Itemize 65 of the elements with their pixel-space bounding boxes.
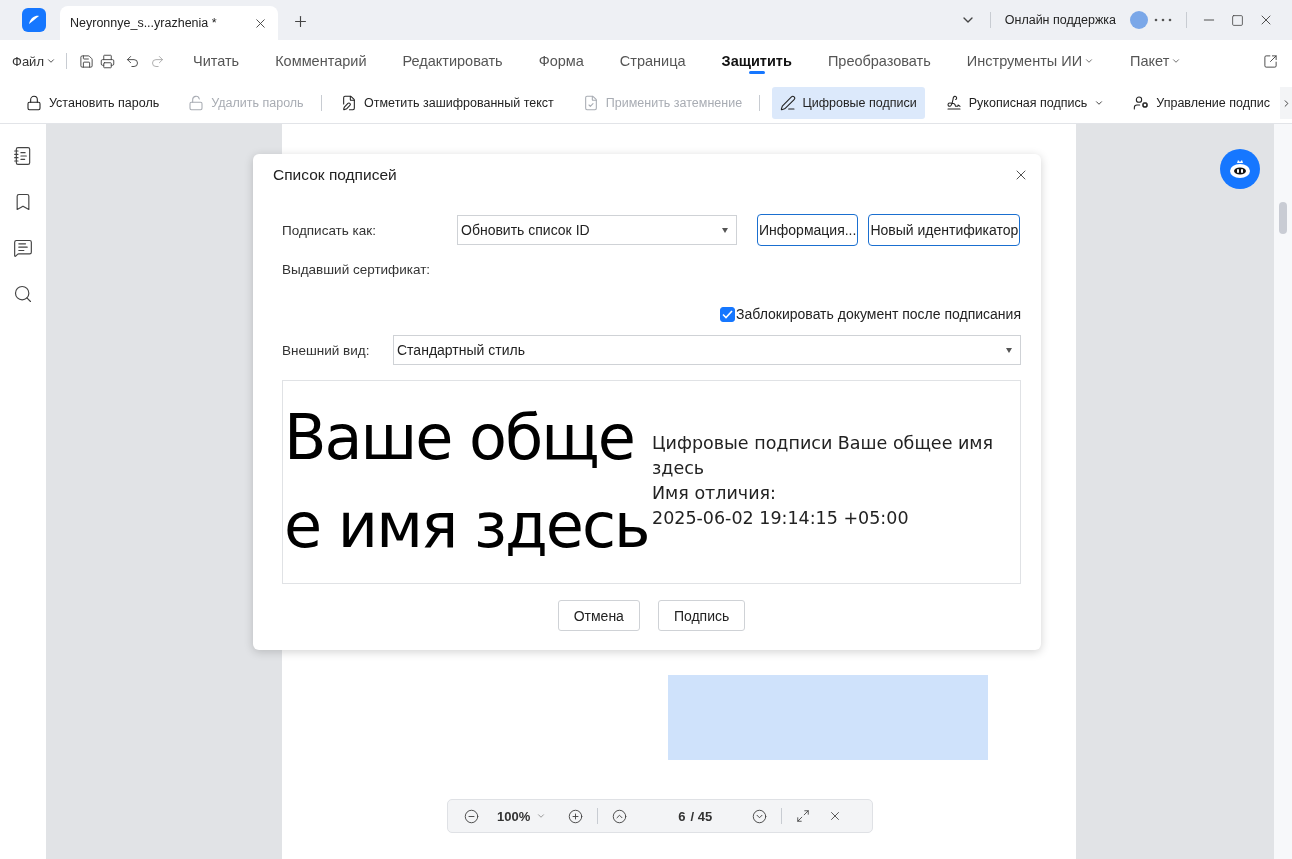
ribbon-tab[interactable]: Преобразовать (827, 40, 931, 82)
info-button[interactable]: Информация... (757, 214, 859, 246)
field-label: Внешний вид: (282, 342, 371, 358)
style-select[interactable]: Стандартный стиль (393, 335, 1021, 365)
preview-name-text: е имя здесь (284, 488, 650, 564)
unlock-icon (188, 94, 205, 111)
search-icon[interactable] (13, 284, 33, 304)
signature-icon (945, 94, 962, 111)
ribbon-tab[interactable]: Форма (538, 40, 584, 82)
preview-detail-text: 2025-06-02 19:14:15 +05:00 (652, 507, 910, 530)
zoom-level[interactable]: 100% (497, 808, 531, 824)
page-number[interactable]: 6 (678, 808, 686, 824)
toolbar-button[interactable]: Цифровые подписи (771, 86, 925, 119)
new-tab-icon[interactable] (292, 13, 309, 30)
file-menu[interactable]: Файл (12, 53, 56, 69)
app-logo[interactable] (22, 8, 46, 32)
maximize-icon[interactable] (1231, 13, 1244, 27)
print-icon[interactable] (99, 53, 115, 69)
document-check-icon (582, 94, 599, 111)
preview-detail-text: Цифровые подписи Ваше общее имя здесь (652, 432, 995, 480)
preview-name-text: Ваше обще (284, 400, 635, 476)
external-link-icon[interactable] (1263, 53, 1278, 69)
document-pen-icon (341, 94, 358, 111)
person-gear-icon (1133, 94, 1150, 111)
checkbox-label: Заблокировать документ после подписания (736, 306, 1021, 322)
caret-icon (45, 56, 56, 66)
scrollbar-thumb[interactable] (1279, 202, 1287, 234)
pen-icon (779, 94, 796, 111)
outline-icon[interactable] (13, 146, 33, 166)
checkbox[interactable] (720, 306, 736, 322)
cancel-button[interactable]: Отмена (557, 600, 640, 631)
undo-icon[interactable] (124, 53, 140, 69)
page-total: / 45 (690, 808, 713, 824)
toolbar-button[interactable]: Установить пароль (18, 86, 168, 119)
ribbon-tab[interactable]: Читать (192, 40, 240, 82)
preview-detail-text: Имя отличия: (652, 482, 777, 505)
scrollbar[interactable] (1274, 124, 1292, 859)
ribbon-tab[interactable]: Страница (619, 40, 686, 82)
id-select[interactable]: Обновить список ID (457, 215, 737, 245)
toolbar-button[interactable]: Отметить зашифрованный текст (333, 86, 562, 119)
ribbon-tab[interactable]: Пакет (1130, 40, 1182, 82)
previous-page-icon[interactable] (612, 808, 628, 824)
toolbar-button[interactable]: Рукописная подпись (937, 86, 1113, 119)
dialog-title: Список подписей (273, 166, 397, 184)
more-icon[interactable] (1154, 18, 1172, 22)
comment-icon[interactable] (13, 238, 33, 258)
zoom-out-icon[interactable] (464, 808, 479, 824)
toolbar-button[interactable]: Управление подпис (1125, 86, 1278, 119)
ribbon-tab[interactable]: Инструменты ИИ (966, 40, 1095, 82)
save-icon[interactable] (78, 53, 94, 69)
zoom-in-icon[interactable] (568, 808, 584, 824)
ribbon-tab[interactable]: Защитить (721, 40, 792, 82)
document-tab[interactable]: Neyronnye_s...yrazhenia * (60, 6, 278, 40)
expand-icon[interactable] (796, 809, 811, 823)
next-page-icon[interactable] (752, 808, 768, 824)
document-tab-title: Neyronnye_s...yrazhenia * (70, 16, 217, 30)
ribbon-tab[interactable]: Комментарий (275, 40, 367, 82)
new-id-button[interactable]: Новый идентификатор (868, 214, 1021, 246)
field-label: Выдавший сертификат: (282, 262, 432, 277)
robot-assistant-icon[interactable] (1220, 149, 1260, 189)
ribbon-tab[interactable]: Редактировать (402, 40, 503, 82)
online-support-link[interactable]: Онлайн поддержка (1004, 13, 1116, 27)
sign-button[interactable]: Подпись (657, 600, 746, 631)
field-label: Подписать как: (282, 222, 377, 238)
lock-icon (26, 94, 42, 111)
